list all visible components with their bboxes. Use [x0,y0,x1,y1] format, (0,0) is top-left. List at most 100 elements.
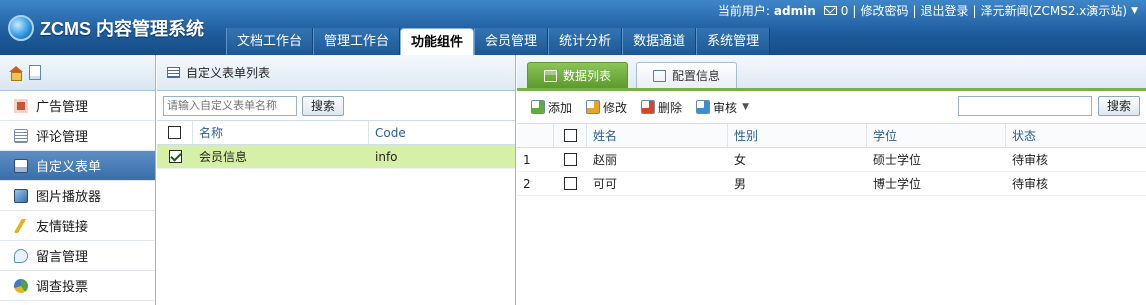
delete-button[interactable]: 删除 [641,99,682,116]
row-number-header [517,124,554,147]
row-checkbox-cell[interactable] [554,172,587,195]
tab-config-info[interactable]: 配置信息 [636,62,738,88]
cell-name: 赵丽 [593,153,618,167]
sidebar-item-label: 评论管理 [36,130,89,145]
site-selector[interactable]: 泽元新闻(ZCMS2.x演示站) [981,2,1128,19]
row-checkbox[interactable] [564,153,577,166]
edit-button[interactable]: 修改 [586,99,627,116]
cell-row-number: 2 [523,176,531,191]
sidebar-item-votes[interactable]: 调查投票 [0,271,155,301]
data-panel: 数据列表 配置信息 添加 修改 删除 审核 ▼ 搜索 姓名 性别 学位 状态 1… [517,55,1146,305]
separator: | [852,3,857,18]
column-header-name[interactable]: 姓名 [587,124,728,147]
sidebar: 广告管理 评论管理 自定义表单 图片播放器 友情链接 留言管理 调查投票 [0,55,156,305]
image-player-icon [14,188,28,203]
sidebar-item-comments[interactable]: 评论管理 [0,121,155,151]
edit-label: 修改 [603,100,628,115]
sidebar-item-label: 留言管理 [36,250,89,265]
sidebar-item-label: 调查投票 [36,280,89,295]
select-all-checkbox[interactable] [168,126,181,139]
tab-label: 数据列表 [563,69,612,83]
sidebar-item-label: 自定义表单 [36,160,102,175]
nav-tab-system[interactable]: 系统管理 [696,28,771,55]
app-logo[interactable]: ZCMS 内容管理系统 [8,10,218,46]
sidebar-item-friend-links[interactable]: 友情链接 [0,211,155,241]
cell-gender: 女 [734,153,747,167]
comment-list-icon [14,128,28,143]
form-search-bar: 搜索 [157,91,515,121]
select-all-checkbox[interactable] [563,129,577,142]
form-search-button[interactable]: 搜索 [302,95,345,116]
nav-tab-members[interactable]: 会员管理 [474,28,549,55]
nav-tab-statistics[interactable]: 统计分析 [548,28,623,55]
data-search-button[interactable]: 搜索 [1097,96,1140,116]
row-checkbox[interactable] [564,177,577,190]
cell-code: info [375,149,398,164]
document-icon[interactable] [29,65,41,80]
edit-icon [586,100,601,114]
user-info-bar: 当前用户: admin 0 | 修改密码 | 退出登录 | 泽元新闻(ZCMS2… [718,2,1138,19]
select-all-cell[interactable] [554,124,587,147]
delete-icon [641,100,656,114]
cell-row-number: 1 [523,152,531,167]
add-icon [531,100,545,114]
audit-button[interactable]: 审核 ▼ [696,99,749,116]
cell-gender: 男 [734,177,747,191]
sidebar-item-image-player[interactable]: 图片播放器 [0,181,155,211]
nav-tab-components[interactable]: 功能组件 [400,28,475,55]
logo-text: ZCMS 内容管理系统 [40,19,204,39]
mail-count[interactable]: 0 [841,4,849,18]
sidebar-item-custom-forms[interactable]: 自定义表单 [0,151,155,181]
sidebar-item-messages[interactable]: 留言管理 [0,241,155,271]
row-checkbox-cell[interactable] [157,145,193,168]
list-icon [167,67,180,78]
data-tabs: 数据列表 配置信息 [517,55,1146,91]
link-bolt-icon [14,218,28,233]
app-header: ZCMS 内容管理系统 当前用户: admin 0 | 修改密码 | 退出登录 … [0,0,1146,55]
logout-link[interactable]: 退出登录 [921,2,969,19]
audit-label: 审核 [713,100,738,115]
column-header-degree[interactable]: 学位 [867,124,1006,147]
table-row[interactable]: 会员信息 info [157,145,515,169]
column-header-name[interactable]: 名称 [193,121,369,144]
add-label: 添加 [548,100,573,115]
sidebar-item-label: 广告管理 [36,100,89,115]
change-password-link[interactable]: 修改密码 [860,2,908,19]
column-header-status[interactable]: 状态 [1006,124,1146,147]
add-button[interactable]: 添加 [531,99,572,116]
column-label: 状态 [1012,129,1037,143]
row-checkbox[interactable] [168,150,182,163]
table-row[interactable]: 1 赵丽 女 硕士学位 待审核 [517,148,1146,172]
column-label: Code [375,125,406,140]
row-checkbox-cell[interactable] [554,148,587,171]
config-icon [653,69,667,82]
cell-degree: 硕士学位 [873,153,922,167]
tab-data-list[interactable]: 数据列表 [527,62,629,88]
data-search-input[interactable] [957,96,1092,116]
mail-icon[interactable] [823,6,837,15]
nav-tab-data-channel[interactable]: 数据通道 [622,28,697,55]
form-icon [14,158,28,173]
form-search-input[interactable] [163,95,297,116]
data-list-icon [544,69,557,82]
sidebar-item-ads[interactable]: 广告管理 [0,91,155,121]
nav-tab-document-workbench[interactable]: 文档工作台 [226,28,314,55]
column-header-gender[interactable]: 性别 [728,124,867,147]
sidebar-toolbar [0,55,155,91]
form-list-header: 自定义表单列表 [157,55,515,91]
cell-degree: 博士学位 [873,177,922,191]
cell-name: 会员信息 [199,150,248,164]
delete-label: 删除 [658,100,683,115]
home-icon[interactable] [8,65,23,81]
site-dropdown-icon[interactable]: ▼ [1131,6,1138,16]
column-header-code[interactable]: Code [369,121,515,144]
chevron-down-icon[interactable]: ▼ [742,102,749,112]
column-label: 学位 [873,129,898,143]
nav-tab-admin-workbench[interactable]: 管理工作台 [313,28,401,55]
cell-status: 待审核 [1012,153,1049,167]
form-grid-header: 名称 Code [157,121,515,145]
table-row[interactable]: 2 可可 男 博士学位 待审核 [517,172,1146,196]
separator: | [912,3,917,18]
select-all-cell[interactable] [157,121,193,144]
logo-swirl-icon [8,15,34,41]
